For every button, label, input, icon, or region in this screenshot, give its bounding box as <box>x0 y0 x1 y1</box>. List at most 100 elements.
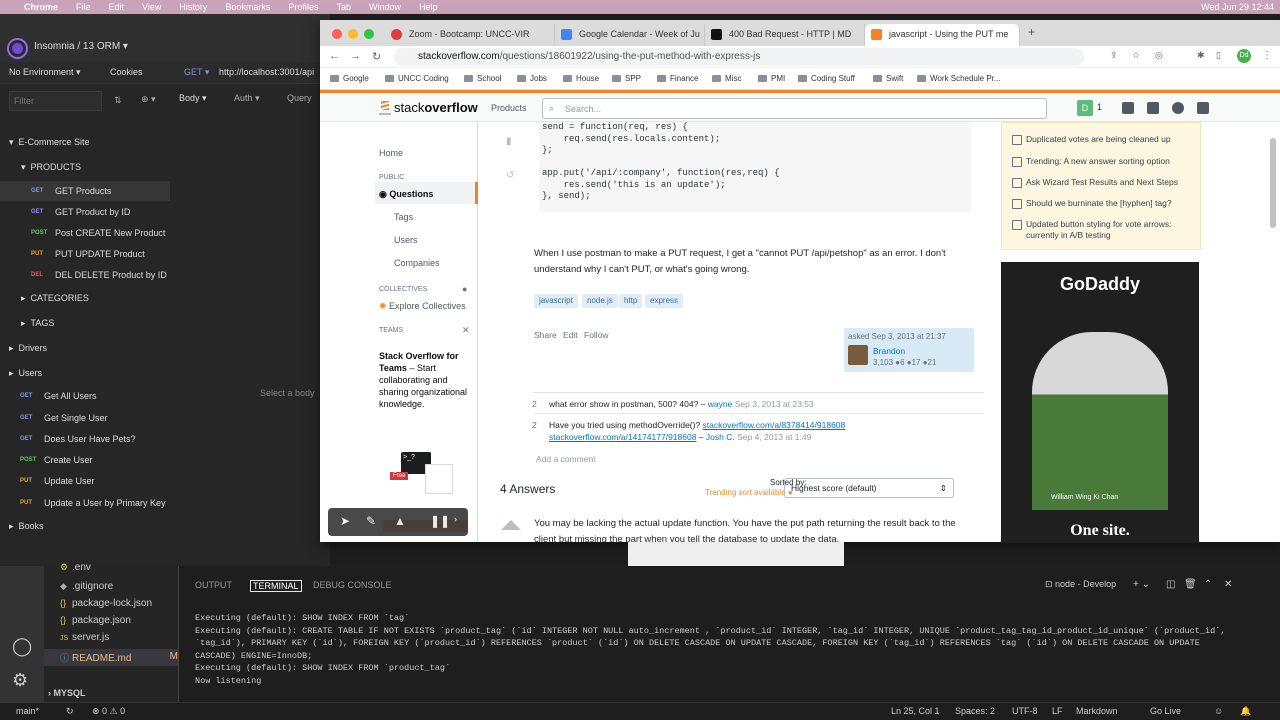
zoom-window-icon[interactable] <box>364 29 374 39</box>
terminal-select[interactable]: ⊡ node - Develop <box>1045 579 1116 590</box>
close-icon[interactable]: ✕ <box>462 325 470 336</box>
problems-count[interactable]: ⊗ 0 ⚠ 0 <box>92 706 125 717</box>
meta-item[interactable]: Duplicated votes are being cleaned up <box>1012 134 1192 145</box>
pen-icon[interactable]: ✎ <box>366 514 376 528</box>
feedback-icon[interactable]: ☺ <box>1214 706 1223 716</box>
browser-tab-stackoverflow[interactable]: javascript - Using the PUT me <box>865 24 1020 46</box>
tag-nodejs[interactable]: node.js <box>582 294 618 308</box>
bookmark-item[interactable]: Swift <box>873 74 903 83</box>
extension-icon[interactable]: ◎ <box>1155 50 1163 61</box>
bookmark-item[interactable]: SPP <box>612 74 641 83</box>
go-live-button[interactable]: Go Live <box>1150 706 1181 716</box>
bookmark-item[interactable]: Coding Stuff <box>798 74 855 83</box>
nav-home[interactable]: Home <box>379 148 403 158</box>
mysql-section[interactable]: › MYSQL <box>48 688 86 698</box>
tree-request[interactable]: PUT Update User <box>0 471 170 491</box>
comment-link[interactable]: stackoverflow.com/a/14174177/918608 <box>549 432 696 442</box>
sidepanel-icon[interactable]: ▯ <box>1216 50 1221 61</box>
tab-output[interactable]: OUTPUT <box>195 580 232 590</box>
back-icon[interactable]: ← <box>329 50 340 62</box>
account-icon[interactable]: ◯ <box>12 636 32 657</box>
history-icon[interactable]: ↺ <box>506 170 514 181</box>
asker-name[interactable]: Brandon <box>873 346 905 356</box>
meta-item[interactable]: Ask Wizard Test Results and Next Steps <box>1012 177 1192 188</box>
new-tab-icon[interactable]: + <box>1028 25 1035 39</box>
menu-history[interactable]: History <box>179 2 207 12</box>
tree-request[interactable]: PUT Update a User by Primary Key <box>0 493 170 513</box>
tree-request[interactable]: GET GET Product by ID <box>0 202 170 222</box>
tag-javascript[interactable]: javascript <box>534 294 578 308</box>
reload-icon[interactable]: ↻ <box>372 50 381 63</box>
collapse-icon[interactable]: › <box>454 514 457 524</box>
file-server-js[interactable]: JS server.js <box>60 632 109 643</box>
tab-body[interactable]: Body ▾ <box>179 93 207 104</box>
menu-profiles[interactable]: Profiles <box>288 2 318 12</box>
bookmark-star-icon[interactable]: ☆ <box>1132 50 1140 61</box>
chrome-menu-icon[interactable]: ⋮ <box>1262 50 1272 61</box>
menu-tab[interactable]: Tab <box>336 2 351 12</box>
tab-query[interactable]: Query <box>287 93 312 103</box>
insomnia-logo-icon[interactable] <box>9 40 26 57</box>
menu-view[interactable]: View <box>142 2 161 12</box>
tree-request[interactable]: GET GET Products <box>0 181 170 201</box>
tab-debug-console[interactable]: DEBUG CONSOLE <box>313 580 392 590</box>
tree-request[interactable]: GET Get Single User <box>0 408 170 428</box>
indentation[interactable]: Spaces: 2 <box>955 706 995 716</box>
sort-icon[interactable]: ⇅ <box>114 95 122 106</box>
url-input[interactable]: stackoverflow.com/questions/18601922/usi… <box>394 48 1084 66</box>
help-icon[interactable] <box>1172 102 1184 114</box>
comment-user[interactable]: Josh C. <box>706 432 735 442</box>
sync-icon[interactable]: ↻ <box>66 706 74 717</box>
tree-request[interactable]: POST Create User <box>0 450 170 470</box>
trending-sort-notice[interactable]: Trending sort available ● <box>705 488 793 497</box>
terminal-output[interactable]: Executing (default): SHOW INDEX FROM `ta… <box>195 612 1235 687</box>
minimize-window-icon[interactable] <box>348 29 358 39</box>
encoding[interactable]: UTF-8 <box>1012 706 1038 716</box>
notifications-icon[interactable]: 🔔 <box>1240 706 1251 717</box>
trash-icon[interactable]: 🗑 <box>1184 579 1197 590</box>
language-mode[interactable]: Markdown <box>1076 706 1118 716</box>
bookmark-item[interactable]: Work Schedule Pr... <box>917 74 1001 83</box>
user-avatar[interactable]: D <box>1077 100 1093 116</box>
tree-folder[interactable]: ▾ PRODUCTS <box>0 157 170 177</box>
tree-request[interactable]: PUT PUT UPDATE Product <box>0 244 170 264</box>
request-method-select[interactable]: GET ▾ <box>184 67 209 78</box>
close-panel-icon[interactable]: ✕ <box>1224 579 1232 590</box>
meta-item[interactable]: Updated button styling for vote arrows: … <box>1012 219 1192 241</box>
add-comment-link[interactable]: Add a comment <box>536 454 596 464</box>
tag-express[interactable]: express <box>645 294 684 308</box>
tree-folder[interactable]: ▸ Users <box>0 363 170 383</box>
tree-request[interactable]: POST Post CREATE New Product <box>0 223 170 243</box>
browser-tab-calendar[interactable]: Google Calendar - Week of Ju <box>555 24 705 46</box>
file-env[interactable]: ⚙ .env <box>60 562 91 573</box>
comment-user[interactable]: wayne <box>708 399 733 409</box>
tree-request[interactable]: GET Does User Have Pets? <box>0 429 170 449</box>
nav-explore-collectives[interactable]: ✺ Explore Collectives <box>379 301 466 312</box>
tree-request[interactable]: DEL DEL DELETE Product by ID <box>0 265 170 285</box>
inbox-icon[interactable] <box>1122 102 1134 114</box>
meta-item[interactable]: Should we burninate the [hyphen] tag? <box>1012 198 1192 209</box>
share-icon[interactable]: ⇪ <box>1110 50 1118 61</box>
profile-avatar[interactable]: Dd <box>1237 49 1251 63</box>
git-branch[interactable]: main* <box>16 706 39 716</box>
upvote-arrow-icon[interactable] <box>501 520 521 530</box>
tree-folder[interactable]: ▸ CATEGORIES <box>0 288 170 308</box>
menubar-app[interactable]: Chrome <box>24 2 58 12</box>
bookmark-item[interactable]: House <box>563 74 599 83</box>
bookmark-item[interactable]: UNCC Coding <box>385 74 449 83</box>
so-search-input[interactable]: Search... <box>542 98 1047 119</box>
cookies-button[interactable]: Cookies <box>110 67 143 77</box>
menu-edit[interactable]: Edit <box>109 2 125 12</box>
extensions-puzzle-icon[interactable]: ✱ <box>1197 50 1205 61</box>
info-icon[interactable]: ● <box>462 284 467 294</box>
tag-http[interactable]: http <box>619 294 643 308</box>
meta-item[interactable]: Trending: A new answer sorting option <box>1012 156 1192 167</box>
page-scrollbar[interactable] <box>1270 138 1276 228</box>
nav-tags[interactable]: Tags <box>394 212 413 222</box>
asker-avatar[interactable] <box>848 345 868 365</box>
share-link[interactable]: Share <box>534 330 557 340</box>
file-package-json[interactable]: {} package.json <box>60 615 131 626</box>
browser-tab-zoom[interactable]: Zoom - Bootcamp: UNCC-VIR <box>385 24 555 46</box>
tree-request[interactable]: GET Get All Users <box>0 386 170 406</box>
nav-companies[interactable]: Companies <box>394 258 440 268</box>
